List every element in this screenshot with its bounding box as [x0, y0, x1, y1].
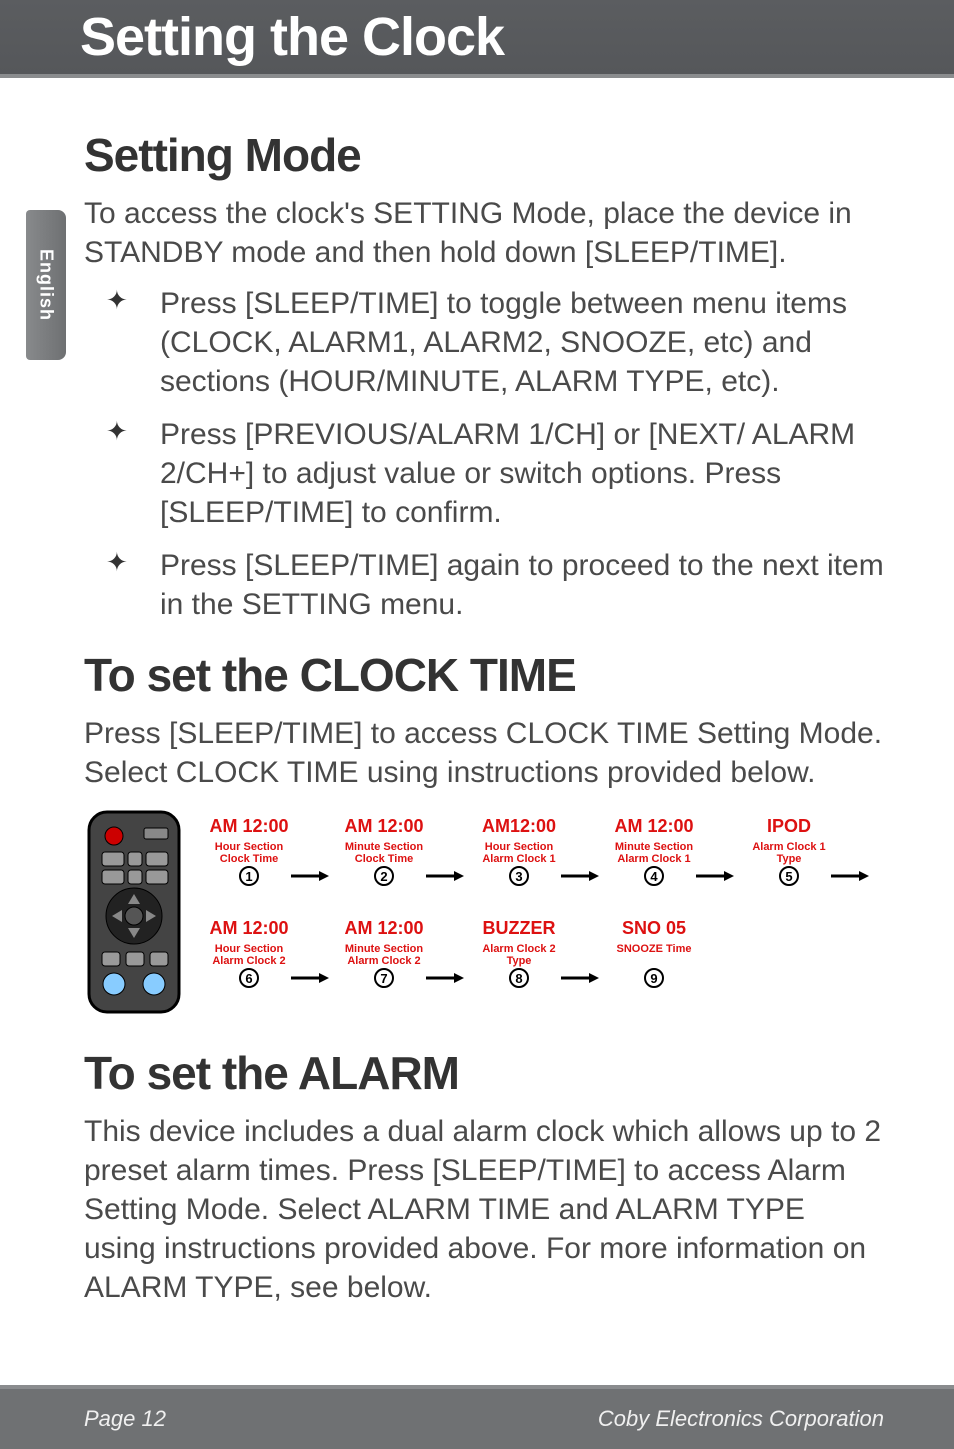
svg-text:Type: Type	[777, 853, 802, 865]
footer-bg: Page 12 Coby Electronics Corporation	[0, 1389, 954, 1449]
footer-page-number: Page 12	[84, 1406, 166, 1432]
language-tab: English	[26, 210, 66, 360]
svg-text:AM 12:00: AM 12:00	[614, 816, 693, 836]
svg-text:Alarm Clock 1: Alarm Clock 1	[752, 841, 825, 853]
svg-text:AM 12:00: AM 12:00	[344, 816, 423, 836]
svg-text:4: 4	[650, 869, 658, 884]
svg-text:6: 6	[245, 971, 252, 986]
clock-flow-diagram: AM 12:00Hour SectionClock Time1AM 12:00M…	[84, 804, 884, 1024]
svg-text:Alarm Clock 2: Alarm Clock 2	[212, 955, 285, 967]
svg-text:Alarm Clock 2: Alarm Clock 2	[482, 943, 555, 955]
svg-text:Hour Section: Hour Section	[215, 943, 284, 955]
svg-text:Clock Time: Clock Time	[220, 853, 279, 865]
svg-text:Type: Type	[507, 955, 532, 967]
content-area: Setting Mode To access the clock's SETTI…	[0, 78, 954, 1307]
footer-company: Coby Electronics Corporation	[598, 1406, 884, 1432]
svg-text:Minute Section: Minute Section	[345, 841, 424, 853]
svg-text:SNO 05: SNO 05	[622, 918, 686, 938]
svg-text:Clock Time: Clock Time	[355, 853, 414, 865]
svg-text:BUZZER: BUZZER	[483, 918, 556, 938]
bullet-item: Press [SLEEP/TIME] again to proceed to t…	[106, 546, 884, 624]
svg-text:AM 12:00: AM 12:00	[209, 918, 288, 938]
bullet-item: Press [PREVIOUS/ALARM 1/CH] or [NEXT/ AL…	[106, 415, 884, 532]
bullet-item: Press [SLEEP/TIME] to toggle between men…	[106, 284, 884, 401]
remote-control-icon	[89, 812, 179, 1012]
svg-text:AM12:00: AM12:00	[482, 816, 556, 836]
svg-text:3: 3	[515, 869, 522, 884]
svg-text:IPOD: IPOD	[767, 816, 811, 836]
svg-text:AM 12:00: AM 12:00	[344, 918, 423, 938]
svg-text:Alarm Clock 1: Alarm Clock 1	[617, 853, 690, 865]
svg-text:Alarm Clock 1: Alarm Clock 1	[482, 853, 555, 865]
section-heading-clock-time: To set the CLOCK TIME	[84, 648, 884, 702]
svg-text:Hour Section: Hour Section	[215, 841, 284, 853]
alarm-body: This device includes a dual alarm clock …	[84, 1112, 884, 1307]
svg-text:Hour Section: Hour Section	[485, 841, 554, 853]
page-title: Setting the Clock	[80, 6, 954, 68]
title-bar: Setting the Clock	[0, 0, 954, 78]
svg-text:Minute Section: Minute Section	[615, 841, 694, 853]
svg-text:Alarm Clock 2: Alarm Clock 2	[347, 955, 420, 967]
svg-text:AM 12:00: AM 12:00	[209, 816, 288, 836]
svg-text:1: 1	[245, 869, 252, 884]
svg-text:8: 8	[515, 971, 522, 986]
section-heading-setting-mode: Setting Mode	[84, 128, 884, 182]
clock-time-body: Press [SLEEP/TIME] to access CLOCK TIME …	[84, 714, 884, 792]
setting-mode-intro: To access the clock's SETTING Mode, plac…	[84, 194, 884, 272]
svg-text:9: 9	[650, 971, 657, 986]
svg-text:5: 5	[785, 869, 792, 884]
svg-text:Minute Section: Minute Section	[345, 943, 424, 955]
svg-text:2: 2	[380, 869, 387, 884]
bullet-list: Press [SLEEP/TIME] to toggle between men…	[84, 284, 884, 624]
svg-text:7: 7	[380, 971, 387, 986]
section-heading-alarm: To set the ALARM	[84, 1046, 884, 1100]
svg-text:SNOOZE Time: SNOOZE Time	[617, 943, 692, 955]
